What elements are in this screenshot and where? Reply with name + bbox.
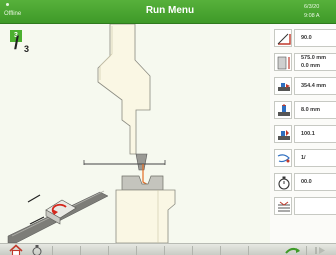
backgauge-x-value: 354.4 mm <box>294 77 336 95</box>
status-dot-icon <box>6 3 9 6</box>
param-row-dwell[interactable]: 1/ <box>270 147 336 169</box>
punch-tool-shape <box>135 153 148 171</box>
backgauge-x-icon <box>274 77 292 95</box>
backgauge-z-icon <box>274 125 292 143</box>
home-icon <box>9 244 23 255</box>
footer-timer-button[interactable] <box>30 244 44 255</box>
param-row-timer[interactable]: 00.0 <box>270 171 336 193</box>
footer-toolbar <box>0 243 336 255</box>
dwell-value: 1/ <box>294 149 336 167</box>
backgauge-r-value: 8.0 mm <box>294 101 336 119</box>
angle-value: 90.0 <box>294 29 336 47</box>
crowning-value <box>294 197 336 215</box>
run-menu-screen: Offline Run Menu 6/3/20 9:08 A 3 / 3 90.… <box>0 0 336 255</box>
angle-icon <box>274 29 292 47</box>
footer-separator <box>80 246 81 255</box>
footer-separator <box>52 246 53 255</box>
footer-separator <box>220 246 221 255</box>
param-row-crowning[interactable] <box>270 195 336 217</box>
footer-separator <box>192 246 193 255</box>
finger-stop-line <box>27 194 41 203</box>
page-title: Run Menu <box>145 5 195 16</box>
depth-value: 575.0 mm 0.0 mm <box>294 53 336 71</box>
footer-separator <box>248 246 249 255</box>
header-bar: Offline Run Menu 6/3/20 9:08 A <box>0 0 336 24</box>
upper-beam-shape <box>97 24 151 155</box>
footer-separator <box>164 246 165 255</box>
footer-separator <box>306 246 307 255</box>
page-indicator: 3 / 3 <box>6 30 38 60</box>
date-time: 6/3/20 9:08 A <box>304 3 336 21</box>
crowning-icon <box>274 197 292 215</box>
time-text: 9:08 A <box>304 13 320 19</box>
page-slash: / <box>14 33 20 53</box>
param-row-backgauge-x[interactable]: 354.4 mm <box>270 75 336 97</box>
refresh-icon <box>285 247 300 254</box>
depth-value-2: 0.0 mm <box>301 62 320 69</box>
depth-gauge-icon <box>274 53 292 71</box>
timer-value: 00.0 <box>294 173 336 191</box>
backgauge-z-value: 100.1 <box>294 125 336 143</box>
param-row-backgauge-r[interactable]: 8.0 mm <box>270 99 336 121</box>
footer-separator <box>108 246 109 255</box>
date-text: 6/3/20 <box>304 4 320 10</box>
next-icon <box>315 247 325 254</box>
bend-visualization: 3 / 3 <box>0 24 270 243</box>
param-row-backgauge-z[interactable]: 100.1 <box>270 123 336 145</box>
next-button[interactable] <box>312 244 330 255</box>
depth-value-1: 575.0 mm <box>301 55 327 61</box>
lower-beam-shape <box>115 189 176 243</box>
home-button[interactable] <box>8 244 24 255</box>
param-row-depth[interactable]: 575.0 mm 0.0 mm <box>270 51 336 73</box>
backgauge-r-icon <box>274 101 292 119</box>
press-brake-drawing <box>7 24 176 243</box>
parameter-panel: 90.0 575.0 mm 0.0 mm 354.4 mm 8.0 mm 100… <box>270 24 336 243</box>
param-row-angle[interactable]: 90.0 <box>270 27 336 49</box>
dwell-icon <box>274 149 292 167</box>
connection-status: Offline <box>4 11 22 17</box>
timer-icon <box>32 245 42 255</box>
total-pages: 3 <box>24 44 30 54</box>
timer-icon <box>274 173 292 191</box>
refresh-button[interactable] <box>283 244 303 255</box>
footer-separator <box>136 246 137 255</box>
